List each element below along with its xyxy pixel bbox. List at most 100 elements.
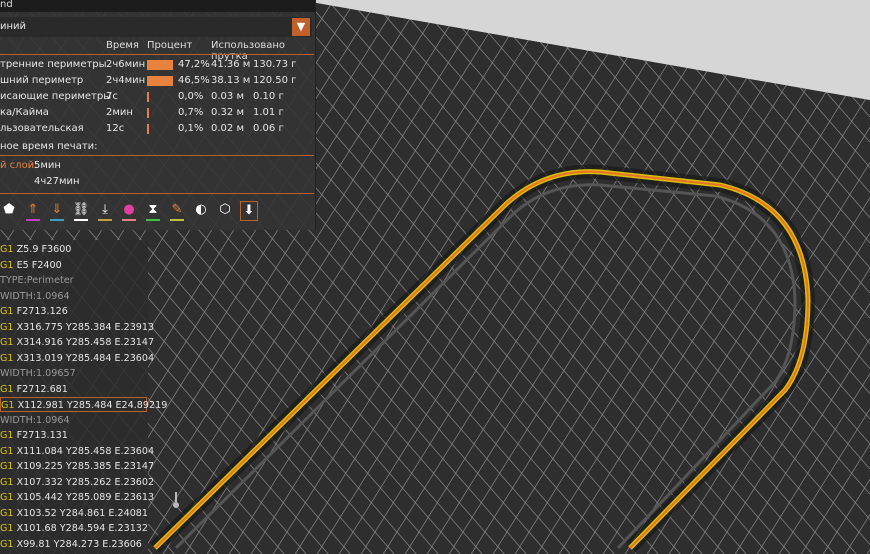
percent-bar bbox=[147, 124, 149, 134]
gcode-command: G1 bbox=[0, 507, 14, 519]
gcode-args: F2713.131 bbox=[13, 430, 68, 441]
toggle-underline bbox=[146, 219, 160, 221]
gcode-command: G1 bbox=[0, 538, 14, 550]
shells-icon[interactable]: ⬟ bbox=[0, 201, 18, 221]
feature-length: 38.13 м bbox=[211, 75, 251, 86]
gcode-command: G1 bbox=[0, 352, 14, 364]
feature-time: 7с bbox=[106, 91, 118, 102]
legend-panel: nd иний ▼ Время Процент Использовано пру… bbox=[0, 0, 316, 230]
legend-row[interactable]: шний периметр 2ч4мин 46,5% 38.13 м 120.5… bbox=[0, 73, 314, 88]
retract-icon[interactable]: ⤓ bbox=[96, 201, 114, 221]
gcode-line[interactable]: TYPE:Perimeter bbox=[0, 273, 74, 288]
gcode-command: G1 bbox=[0, 337, 14, 348]
first-layer-label: й слой: bbox=[0, 160, 38, 171]
legend-row[interactable]: исающие периметры 7с 0,0% 0.03 м 0.10 г bbox=[0, 89, 314, 104]
divider bbox=[0, 54, 314, 55]
feature-name: исающие периметры bbox=[0, 91, 112, 102]
gcode-command: G1 bbox=[0, 383, 14, 395]
view-type-value: иний bbox=[0, 21, 27, 32]
gcode-command: G1 bbox=[0, 461, 14, 472]
dropdown-arrow-icon[interactable]: ▼ bbox=[292, 18, 310, 36]
gcode-line[interactable]: G1 X105.442 Y285.089 E.23613 bbox=[0, 490, 154, 505]
pause-icon[interactable]: ⧗ bbox=[144, 201, 162, 221]
gcode-command: G1 bbox=[0, 306, 14, 317]
gcode-line[interactable]: G1 X107.332 Y285.262 E.23602 bbox=[0, 475, 154, 490]
header-used: Использовано прутка bbox=[211, 40, 286, 62]
gcode-line[interactable]: WIDTH:1.0964 bbox=[0, 413, 70, 428]
feature-weight: 130.73 г bbox=[253, 59, 297, 70]
feature-length: 0.02 м bbox=[211, 123, 244, 134]
gcode-args: X314.916 Y285.458 E.23147 bbox=[13, 337, 155, 348]
gcode-line[interactable]: G1 X99.81 Y284.273 E.23606 bbox=[0, 537, 142, 552]
feature-time: 12с bbox=[106, 123, 125, 134]
gcode-args: X112.981 Y285.484 E24.89219 bbox=[14, 400, 168, 411]
estimated-time-label: ное время печати: bbox=[0, 141, 98, 152]
gcode-args: X101.68 Y284.594 E.23132 bbox=[13, 523, 148, 534]
gcode-args: X107.332 Y285.262 E.23602 bbox=[13, 476, 155, 488]
legend-row[interactable]: тренние периметры 2ч6мин 47,2% 41.36 м 1… bbox=[0, 57, 314, 72]
gcode-args: WIDTH:1.09657 bbox=[0, 368, 76, 379]
travel-down-icon[interactable]: ⇓ bbox=[48, 201, 66, 221]
wireframe-cube-icon[interactable]: ⬡ bbox=[216, 201, 234, 221]
gcode-line[interactable]: G1 F2712.681 bbox=[0, 382, 68, 397]
feature-percent: 0,0% bbox=[178, 91, 204, 102]
gcode-line[interactable]: G1 X109.225 Y285.385 E.23147 bbox=[0, 459, 154, 474]
gcode-args: F2713.126 bbox=[13, 306, 68, 317]
gcode-args: WIDTH:1.0964 bbox=[0, 414, 70, 426]
feature-name: льзовательская bbox=[0, 123, 84, 134]
gcode-args: TYPE:Perimeter bbox=[0, 275, 74, 286]
center-of-gravity-icon[interactable]: ◐ bbox=[192, 201, 210, 221]
feature-length: 0.03 м bbox=[211, 91, 244, 102]
gcode-line-current[interactable]: G1 X112.981 Y285.484 E24.89219 bbox=[0, 397, 167, 412]
gcode-command: G1 bbox=[0, 492, 14, 503]
feature-name: ка/Кайма bbox=[0, 107, 49, 118]
gcode-line[interactable]: G1 X313.019 Y285.484 E.23604 bbox=[0, 351, 154, 366]
divider bbox=[0, 155, 314, 156]
feature-weight: 0.06 г bbox=[253, 123, 284, 134]
gcode-args: X316.775 Y285.384 E.23913 bbox=[13, 321, 155, 333]
divider bbox=[0, 193, 314, 194]
gcode-line[interactable]: WIDTH:1.0964 bbox=[0, 289, 70, 304]
gcode-args: X105.442 Y285.089 E.23613 bbox=[13, 492, 155, 503]
gcode-args: X313.019 Y285.484 E.23604 bbox=[13, 352, 155, 364]
custom-gcode-icon[interactable]: ✎ bbox=[168, 201, 186, 221]
gcode-line[interactable]: G1 X314.916 Y285.458 E.23147 bbox=[0, 335, 154, 350]
view-type-select[interactable]: иний ▼ bbox=[0, 17, 312, 37]
gcode-viewer[interactable]: G1 Z5.9 F3600 G1 E5 F2400 TYPE:Perimeter WI… bbox=[0, 240, 167, 554]
gcode-args: F2712.681 bbox=[13, 383, 68, 395]
feature-percent: 0,7% bbox=[178, 107, 204, 118]
gcode-line[interactable]: G1 X111.084 Y285.458 E.23604 bbox=[0, 444, 154, 459]
percent-bar bbox=[147, 76, 173, 86]
feature-name: тренние периметры bbox=[0, 59, 107, 70]
color-change-icon[interactable]: ● bbox=[120, 201, 138, 221]
toggle-underline bbox=[98, 219, 112, 221]
gcode-command: G1 bbox=[0, 430, 14, 441]
gcode-line[interactable]: G1 X316.775 Y285.384 E.23913 bbox=[0, 320, 154, 335]
tool-marker-icon[interactable]: ⬇ bbox=[240, 201, 258, 221]
gcode-line[interactable]: G1 F2713.131 bbox=[0, 428, 68, 443]
legend-row[interactable]: ка/Кайма 2мин 0,7% 0.32 м 1.01 г bbox=[0, 105, 314, 120]
feature-length: 41.36 м bbox=[211, 59, 251, 70]
gcode-command: G1 bbox=[0, 321, 14, 333]
gcode-command: G1 bbox=[0, 476, 14, 488]
legend-title: nd bbox=[0, 0, 315, 12]
gcode-line[interactable]: WIDTH:1.09657 bbox=[0, 366, 76, 381]
feature-length: 0.32 м bbox=[211, 107, 244, 118]
gcode-command: G1 bbox=[0, 259, 14, 271]
percent-bar bbox=[147, 108, 149, 118]
gcode-line[interactable]: G1 E5 F2400 bbox=[0, 258, 62, 273]
toggle-underline bbox=[26, 219, 40, 221]
gcode-line[interactable]: G1 Z5.9 F3600 bbox=[0, 242, 71, 257]
feature-percent: 47,2% bbox=[178, 59, 210, 70]
feature-time: 2ч6мин bbox=[106, 59, 146, 70]
gcode-line[interactable]: G1 X101.68 Y284.594 E.23132 bbox=[0, 521, 148, 536]
feature-time: 2мин bbox=[106, 107, 133, 118]
first-layer-value: 5мин bbox=[34, 160, 61, 171]
wipe-icon[interactable]: ⛓ bbox=[72, 201, 90, 221]
gcode-line[interactable]: G1 F2713.126 bbox=[0, 304, 68, 319]
feature-weight: 0.10 г bbox=[253, 91, 284, 102]
legend-row[interactable]: льзовательская 12с 0,1% 0.02 м 0.06 г bbox=[0, 121, 314, 136]
travel-up-icon[interactable]: ⇑ bbox=[24, 201, 42, 221]
gcode-line[interactable]: G1 X103.52 Y284.861 E.24081 bbox=[0, 506, 148, 521]
gcode-command: G1 bbox=[0, 244, 14, 255]
